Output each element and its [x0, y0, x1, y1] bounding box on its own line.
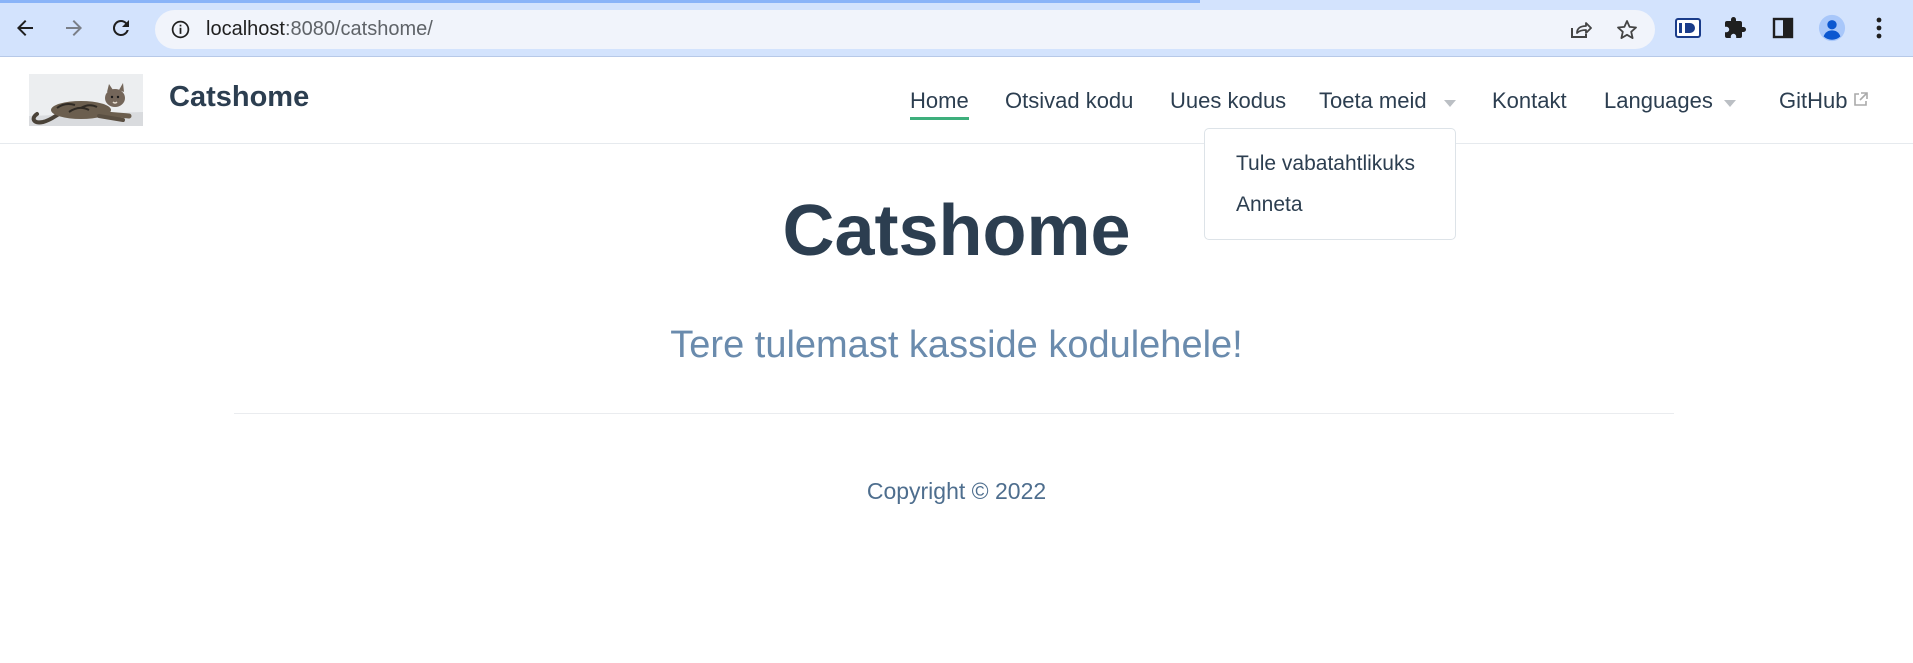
side-panel-icon: [1772, 17, 1794, 39]
arrow-left-icon: [17, 20, 33, 36]
share-button[interactable]: [1568, 18, 1592, 42]
kebab-menu-icon: [1876, 17, 1882, 39]
browser-toolbar: localhost:8080/catshome/: [0, 0, 1913, 57]
avatar-icon: [1818, 14, 1846, 42]
hero-title: Catshome: [782, 191, 1131, 271]
reload-button[interactable]: [103, 10, 139, 46]
id-extension-button[interactable]: [1674, 14, 1702, 42]
side-panel-button[interactable]: [1769, 14, 1797, 42]
bookmark-button[interactable]: [1615, 18, 1639, 42]
nav-link-kontakt[interactable]: Kontakt: [1492, 88, 1567, 114]
profile-button[interactable]: [1818, 14, 1846, 42]
star-icon: [1617, 20, 1637, 39]
nav-link-github[interactable]: GitHub: [1779, 88, 1869, 114]
nav-link-toeta-meid[interactable]: Toeta meid: [1319, 88, 1427, 114]
id-card-icon: [1675, 18, 1701, 38]
hero-tagline: Tere tulemast kasside kodulehele!: [670, 324, 1243, 366]
site-title[interactable]: Catshome: [169, 81, 309, 114]
tab-strip-highlight: [0, 0, 1200, 3]
external-link-icon: [1854, 92, 1869, 106]
cat-logo-image: [29, 74, 143, 126]
languages-caret-icon[interactable]: [1724, 100, 1736, 107]
extensions-button[interactable]: [1721, 14, 1749, 42]
dropdown-item-tule-vabatahtlikuks[interactable]: Tule vabatahtlikuks: [1236, 152, 1415, 176]
nav-link-uues-kodus[interactable]: Uues kodus: [1170, 88, 1286, 114]
puzzle-icon: [1725, 17, 1746, 38]
nav-link-home[interactable]: Home: [910, 88, 969, 120]
url-path: :8080/catshome/: [284, 18, 433, 40]
content-divider: [234, 413, 1674, 414]
share-icon: [1571, 22, 1592, 38]
site-info-icon[interactable]: [170, 19, 191, 40]
url-text[interactable]: localhost:8080/catshome/: [206, 18, 433, 41]
address-bar[interactable]: localhost:8080/catshome/: [155, 10, 1655, 49]
browser-menu-button[interactable]: [1865, 14, 1893, 42]
nav-link-languages[interactable]: Languages: [1604, 88, 1713, 114]
back-button[interactable]: [7, 10, 43, 46]
nav-link-otsivad-kodu[interactable]: Otsivad kodu: [1005, 88, 1133, 114]
toeta-meid-caret-icon[interactable]: [1444, 100, 1456, 107]
github-label: GitHub: [1779, 88, 1848, 113]
reload-icon: [112, 19, 129, 36]
site-logo[interactable]: [29, 74, 143, 126]
url-host: localhost: [206, 18, 285, 40]
forward-button[interactable]: [56, 10, 92, 46]
site-navbar: Catshome Home Otsivad kodu Uues kodus To…: [0, 58, 1913, 144]
footer-copyright: Copyright © 2022: [866, 478, 1047, 504]
arrow-right-icon: [66, 20, 82, 36]
